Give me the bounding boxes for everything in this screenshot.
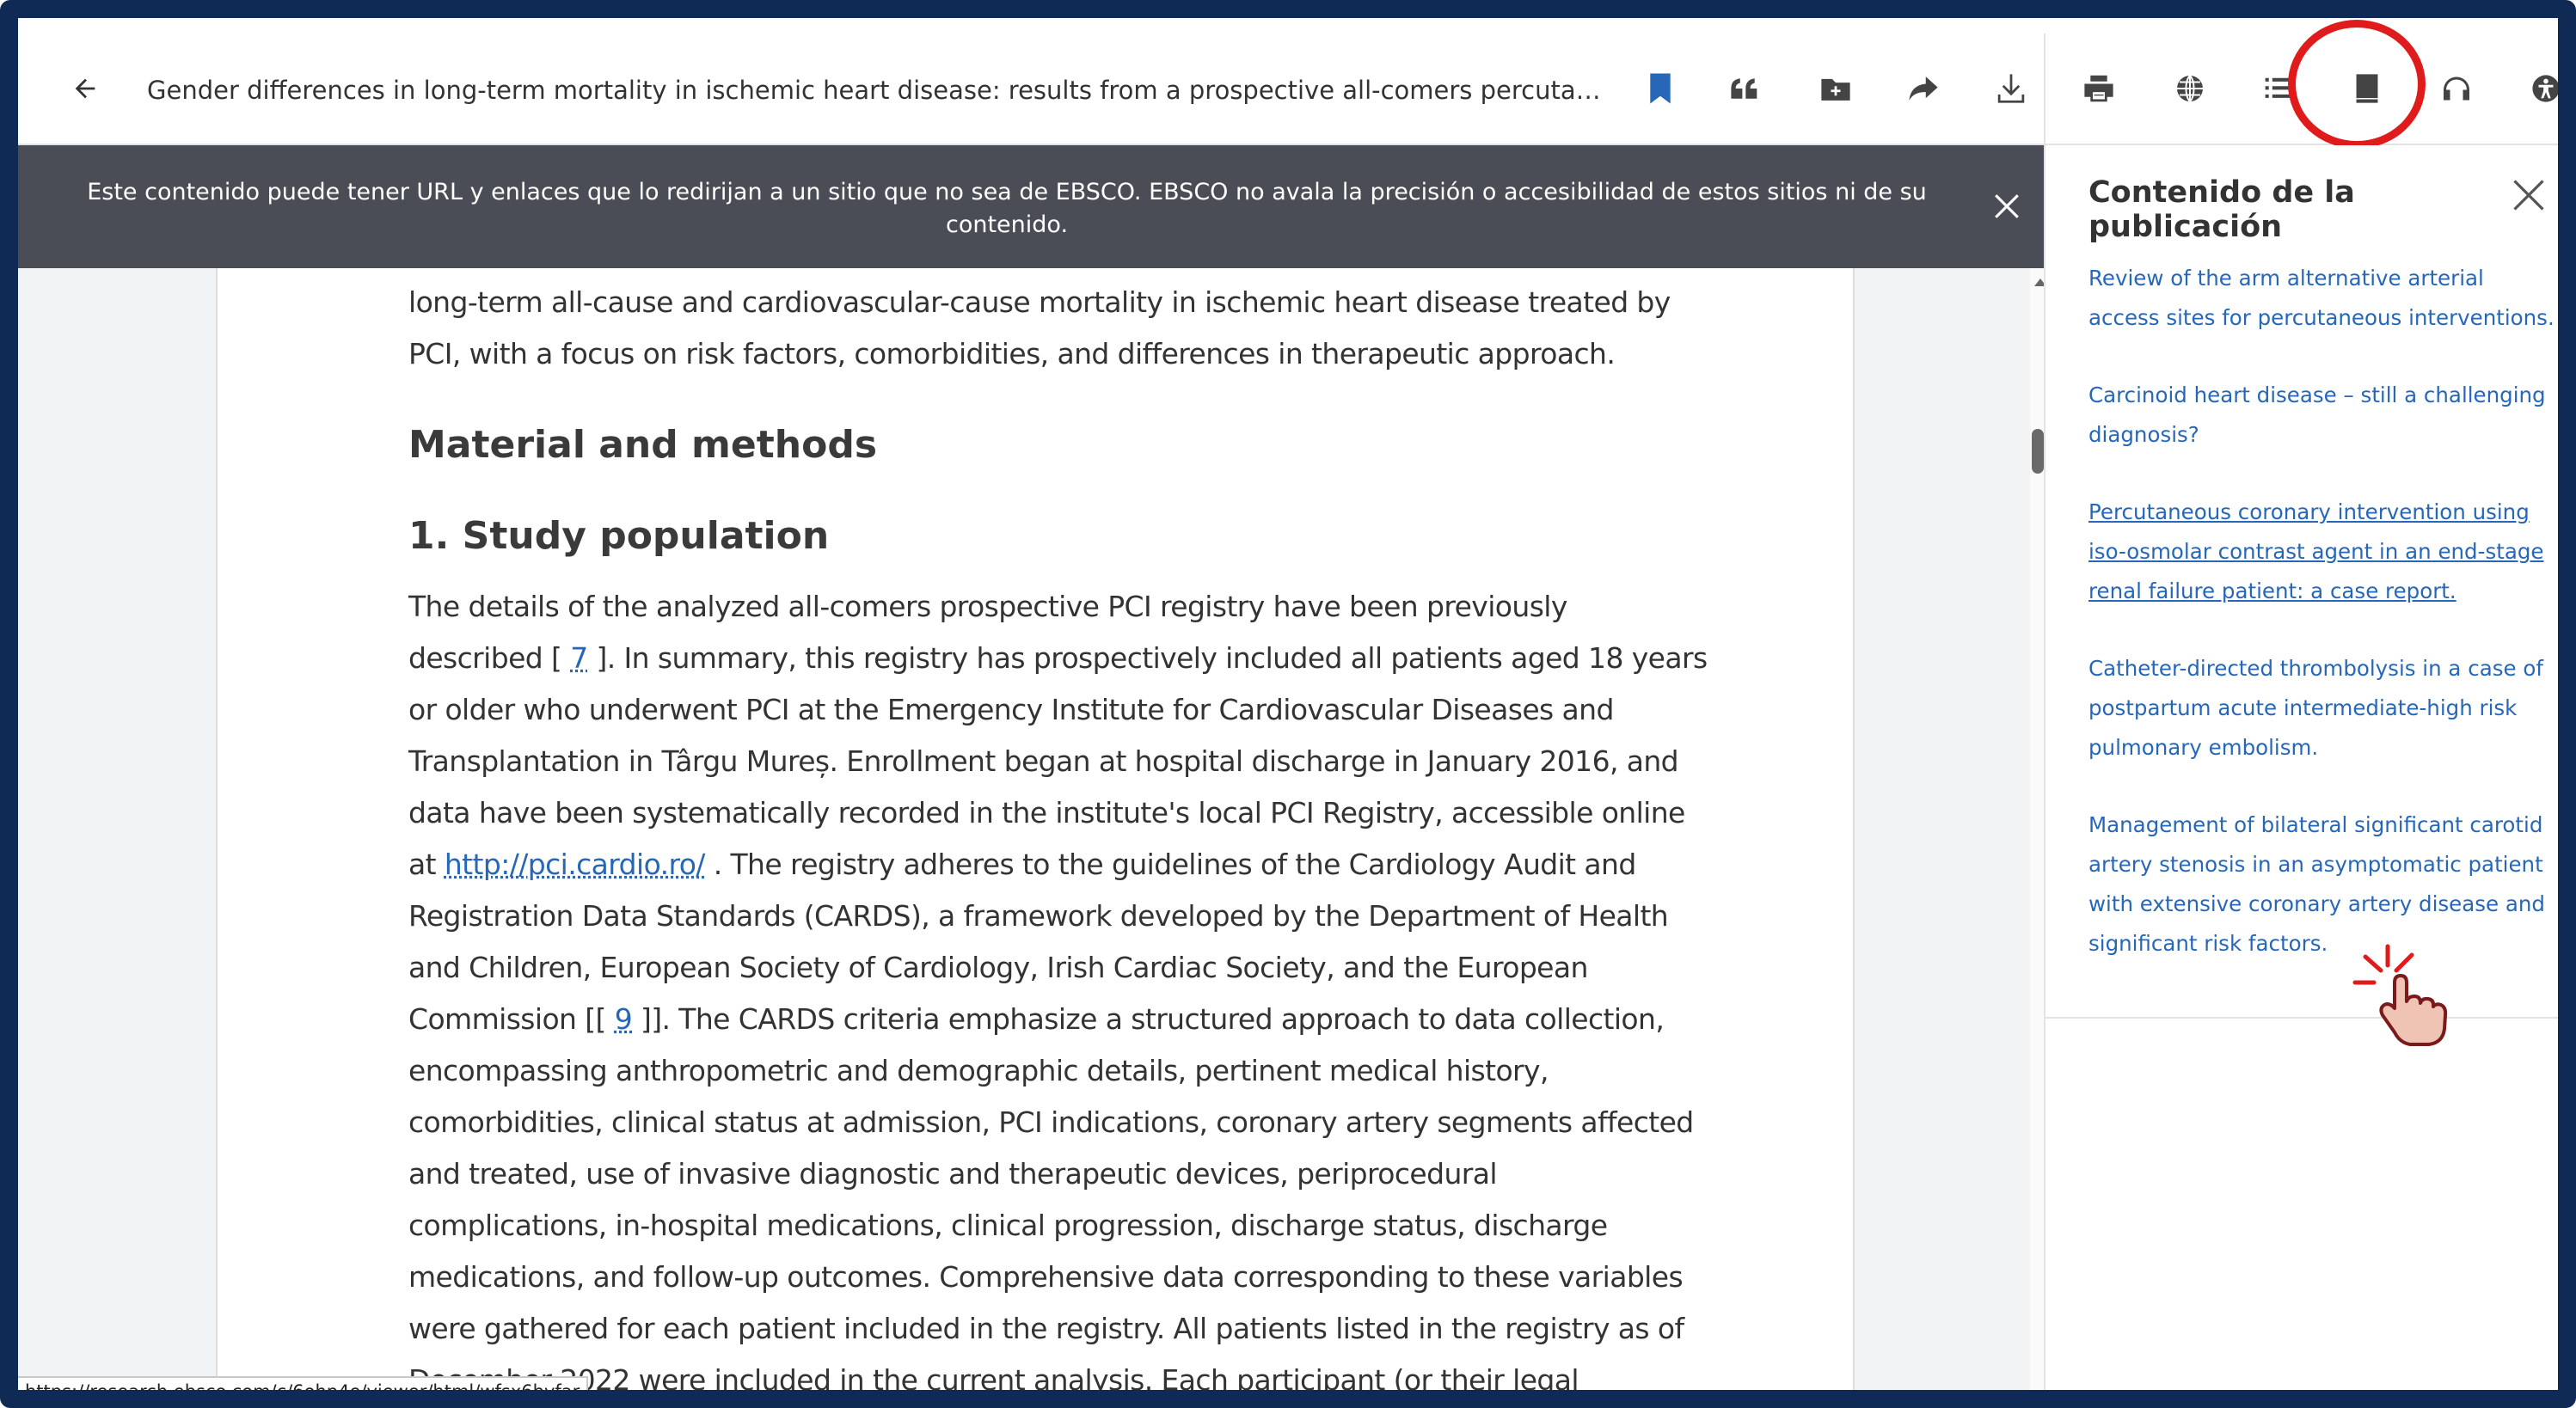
text-fragment: ]]. The CARDS criteria emphasize a struc… [632, 1002, 1665, 1036]
reference-link-7[interactable]: 7 [570, 641, 588, 675]
text-fragment: . The registry adheres to the guidelines… [704, 848, 1637, 881]
text-line: described [ 7 ]. In summary, this regist… [408, 633, 1870, 684]
text-line: or older who underwent PCI at the Emerge… [408, 693, 1614, 726]
cite-button[interactable] [1719, 63, 1770, 114]
text-line: December 2022 were included in the curre… [408, 1363, 1579, 1397]
text-line: were gathered for each patient included … [408, 1312, 1684, 1345]
reference-link-9[interactable]: 9 [615, 1002, 633, 1036]
translate-icon [2177, 75, 2203, 102]
share-icon [1909, 77, 1938, 101]
subsection-heading: 1. Study population [408, 514, 830, 558]
panel-title: Contenido de la publicación [2088, 175, 2355, 244]
back-arrow-icon [75, 78, 95, 99]
translate-button[interactable] [2164, 63, 2216, 114]
bookmark-button[interactable] [1635, 63, 1686, 114]
quote-icon [1731, 78, 1757, 99]
text-fragment: at [408, 848, 445, 881]
registry-link[interactable]: http://pci.cardio.ro/ [445, 848, 706, 881]
text-line: complications, in-hospital medications, … [408, 1209, 1608, 1242]
download-button[interactable] [1985, 63, 2037, 114]
listen-button[interactable] [2431, 63, 2482, 114]
text-line: and treated, use of invasive diagnostic … [408, 1157, 1498, 1191]
download-icon [1997, 74, 2025, 103]
pointing-hand-icon [2352, 944, 2448, 1046]
text-fragment: described [ [408, 641, 571, 675]
scroll-down-arrow-icon[interactable] [2034, 1399, 2046, 1407]
publication-list: Review of the arm alternative arterial a… [2088, 259, 2557, 1001]
text-line: at http://pci.cardio.ro/ . The registry … [408, 839, 1870, 891]
text-line: data have been systematically recorded i… [408, 796, 1685, 829]
add-to-folder-icon [1821, 78, 1850, 101]
study-population-paragraph: The details of the analyzed all-comers p… [408, 581, 1870, 1397]
banner-close-icon[interactable] [1992, 192, 2021, 221]
toolbar-divider [2044, 34, 2045, 145]
panel-divider [2045, 1017, 2558, 1019]
panel-close-icon[interactable] [2510, 176, 2548, 214]
article-page: long-term all-cause and cardiovascular-c… [216, 268, 1855, 1390]
share-button[interactable] [1898, 63, 1949, 114]
publication-item[interactable]: Review of the arm alternative arterial a… [2088, 259, 2557, 338]
listen-icon [2444, 77, 2469, 101]
bookmark-icon [1650, 73, 1671, 104]
text-line: comorbidities, clinical status at admiss… [408, 1105, 1694, 1139]
publication-item[interactable]: Carcinoid heart disease – still a challe… [2088, 376, 2557, 455]
text-line: medications, and follow-up outcomes. Com… [408, 1260, 1684, 1294]
back-button[interactable] [61, 64, 109, 113]
publication-item[interactable]: Management of bilateral significant caro… [2088, 805, 2557, 964]
text-line: and Children, European Society of Cardio… [408, 951, 1588, 984]
accessibility-icon [2532, 75, 2558, 102]
text-line: The details of the analyzed all-comers p… [408, 590, 1567, 623]
banner-message: Este contenido puede tener URL y enlaces… [87, 179, 1927, 238]
intro-paragraph: long-term all-cause and cardiovascular-c… [408, 277, 1870, 380]
text-line: Transplantation in Târgu Mureș. Enrollme… [408, 744, 1679, 778]
publication-item[interactable]: Catheter-directed thrombolysis in a case… [2088, 649, 2557, 768]
text-line: PCI, with a focus on risk factors, comor… [408, 337, 1616, 370]
scrollbar-thumb[interactable] [2032, 429, 2044, 474]
external-content-banner: Este contenido puede tener URL y enlaces… [18, 145, 2044, 268]
print-icon [2084, 75, 2113, 102]
section-heading: Material and methods [408, 423, 878, 467]
highlight-circle [2288, 20, 2426, 149]
print-button[interactable] [2073, 63, 2125, 114]
accessibility-button[interactable] [2520, 63, 2558, 114]
publication-item[interactable]: Percutaneous coronary intervention using… [2088, 493, 2557, 611]
text-line: long-term all-cause and cardiovascular-c… [408, 285, 1671, 319]
text-line: Commission [[ 9 ]]. The CARDS criteria e… [408, 994, 1870, 1045]
article-body: long-term all-cause and cardiovascular-c… [408, 277, 1870, 1397]
status-bar-url: https://research.ebsco.com/c/6ohp4e/view… [18, 1376, 589, 1390]
document-title: Gender differences in long-term mortalit… [147, 76, 1609, 105]
publication-contents-panel: Contenido de la publicación Review of th… [2044, 145, 2558, 1390]
text-fragment: ]. In summary, this registry has prospec… [587, 641, 1708, 675]
toolbar: Gender differences in long-term mortalit… [18, 34, 2558, 145]
text-fragment: Commission [[ [408, 1002, 615, 1036]
text-line: encompassing anthropometric and demograp… [408, 1054, 1549, 1087]
text-line: Registration Data Standards (CARDS), a f… [408, 899, 1669, 933]
add-to-folder-button[interactable] [1810, 63, 1861, 114]
app-window: Gender differences in long-term mortalit… [0, 0, 2576, 1408]
